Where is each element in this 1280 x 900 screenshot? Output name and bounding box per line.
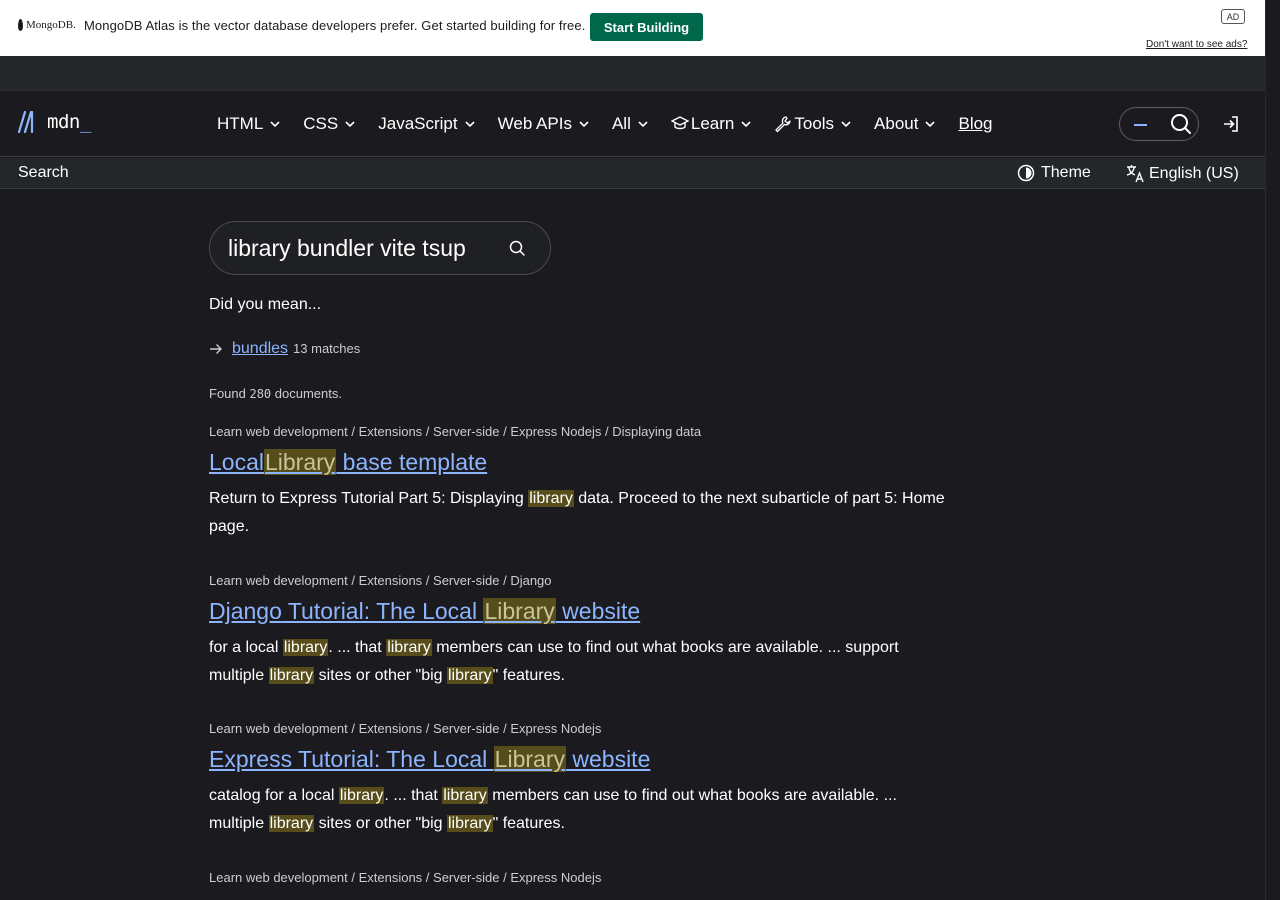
page-scrollbar[interactable] xyxy=(1265,0,1280,900)
nav-about[interactable]: About xyxy=(874,114,936,134)
nav-css[interactable]: CSS xyxy=(303,114,356,134)
match-highlight: library xyxy=(528,489,574,507)
ad-badge[interactable]: AD xyxy=(1221,9,1245,24)
logo-underscore: _ xyxy=(79,111,91,133)
theme-button[interactable]: Theme xyxy=(1017,164,1091,182)
result-title-link[interactable]: LocalLibrary base template xyxy=(209,449,949,477)
suggestion-link[interactable]: bundles xyxy=(232,340,288,358)
mongodb-leaf-icon xyxy=(18,19,23,31)
result-description: for a local library. ... that library me… xyxy=(209,638,899,684)
match-highlight: library xyxy=(268,814,315,832)
chevron-down-icon xyxy=(741,121,751,128)
result-breadcrumb: Learn web development / Extensions / Ser… xyxy=(209,870,602,885)
chevron-down-icon xyxy=(345,121,355,128)
start-building-button[interactable]: Start Building xyxy=(590,13,703,41)
chevron-down-icon xyxy=(638,121,648,128)
mongodb-logo[interactable]: MongoDB. xyxy=(18,19,76,31)
ad-optout-link[interactable]: Don't want to see ads? xyxy=(1146,39,1247,50)
did-you-mean: Did you mean... xyxy=(209,296,322,313)
result-title-link[interactable]: Express Tutorial: The Local Library webs… xyxy=(209,746,949,774)
sub-header: Search Theme English (US) xyxy=(0,158,1265,189)
site-header: mdn_ HTML CSS JavaScript Web APIs All Le… xyxy=(0,91,1265,157)
wrench-icon xyxy=(775,116,792,133)
logo-wordmark: mdn xyxy=(47,111,80,133)
search-result: Learn web development / Extensions / Ser… xyxy=(209,870,949,885)
nav-blog-link[interactable]: Blog xyxy=(958,114,992,134)
search-result: Learn web development / Extensions / Ser… xyxy=(209,424,949,541)
match-highlight: Library xyxy=(263,449,337,475)
search-icon[interactable] xyxy=(509,240,526,257)
nav-learn[interactable]: Learn xyxy=(670,114,752,134)
found-count: Found 280 documents. xyxy=(209,386,342,401)
match-highlight: Library xyxy=(483,598,556,624)
search-box xyxy=(209,221,551,275)
result-description: catalog for a local library. ... that li… xyxy=(209,786,897,832)
search-result: Learn web development / Extensions / Ser… xyxy=(209,573,949,690)
mdn-logo[interactable]: mdn_ xyxy=(18,111,91,133)
match-highlight: library xyxy=(338,786,385,804)
match-highlight: library xyxy=(386,638,432,656)
result-breadcrumb: Learn web development / Extensions / Ser… xyxy=(209,424,702,439)
suggestion-count: 13 matches xyxy=(293,341,361,356)
result-title-link[interactable]: Django Tutorial: The Local Library websi… xyxy=(209,598,949,626)
result-description: Return to Express Tutorial Part 5: Displ… xyxy=(209,489,945,535)
arrow-right-icon xyxy=(210,344,222,354)
chevron-down-icon xyxy=(465,121,475,128)
language-button[interactable]: English (US) xyxy=(1126,164,1239,183)
match-highlight: Library xyxy=(493,746,566,772)
nav-tools[interactable]: Tools xyxy=(774,114,852,134)
header-search-button[interactable] xyxy=(1119,107,1199,141)
ad-message[interactable]: MongoDB Atlas is the vector database dev… xyxy=(84,18,585,33)
nav-web-apis[interactable]: Web APIs xyxy=(498,114,590,134)
chevron-down-icon xyxy=(925,121,936,128)
search-icon xyxy=(1171,114,1191,134)
main-nav: HTML CSS JavaScript Web APIs All Learn T… xyxy=(217,114,993,134)
result-breadcrumb: Learn web development / Extensions / Ser… xyxy=(209,721,602,736)
translate-icon xyxy=(1126,165,1144,183)
login-icon[interactable] xyxy=(1222,115,1240,133)
search-cursor xyxy=(1134,124,1147,126)
chevron-down-icon xyxy=(579,121,589,128)
theme-icon xyxy=(1017,164,1035,182)
breadcrumb-search: Search xyxy=(18,164,69,181)
search-input[interactable] xyxy=(228,233,498,263)
match-highlight: library xyxy=(447,814,493,832)
search-result: Learn web development / Extensions / Ser… xyxy=(209,721,949,838)
nav-javascript[interactable]: JavaScript xyxy=(378,114,475,134)
mdn-logo-icon xyxy=(18,111,34,133)
match-highlight: library xyxy=(442,786,488,804)
top-strip xyxy=(0,56,1265,91)
nav-html[interactable]: HTML xyxy=(217,114,281,134)
nav-all[interactable]: All xyxy=(612,114,649,134)
match-highlight: library xyxy=(447,666,493,684)
graduation-cap-icon xyxy=(670,116,689,130)
chevron-down-icon xyxy=(841,121,851,128)
ad-banner[interactable]: MongoDB. MongoDB Atlas is the vector dat… xyxy=(0,0,1265,56)
chevron-down-icon xyxy=(270,121,280,128)
suggestion: bundles 13 matches xyxy=(209,340,360,358)
result-breadcrumb: Learn web development / Extensions / Ser… xyxy=(209,573,552,588)
match-highlight: library xyxy=(282,638,329,656)
match-highlight: library xyxy=(268,666,315,684)
